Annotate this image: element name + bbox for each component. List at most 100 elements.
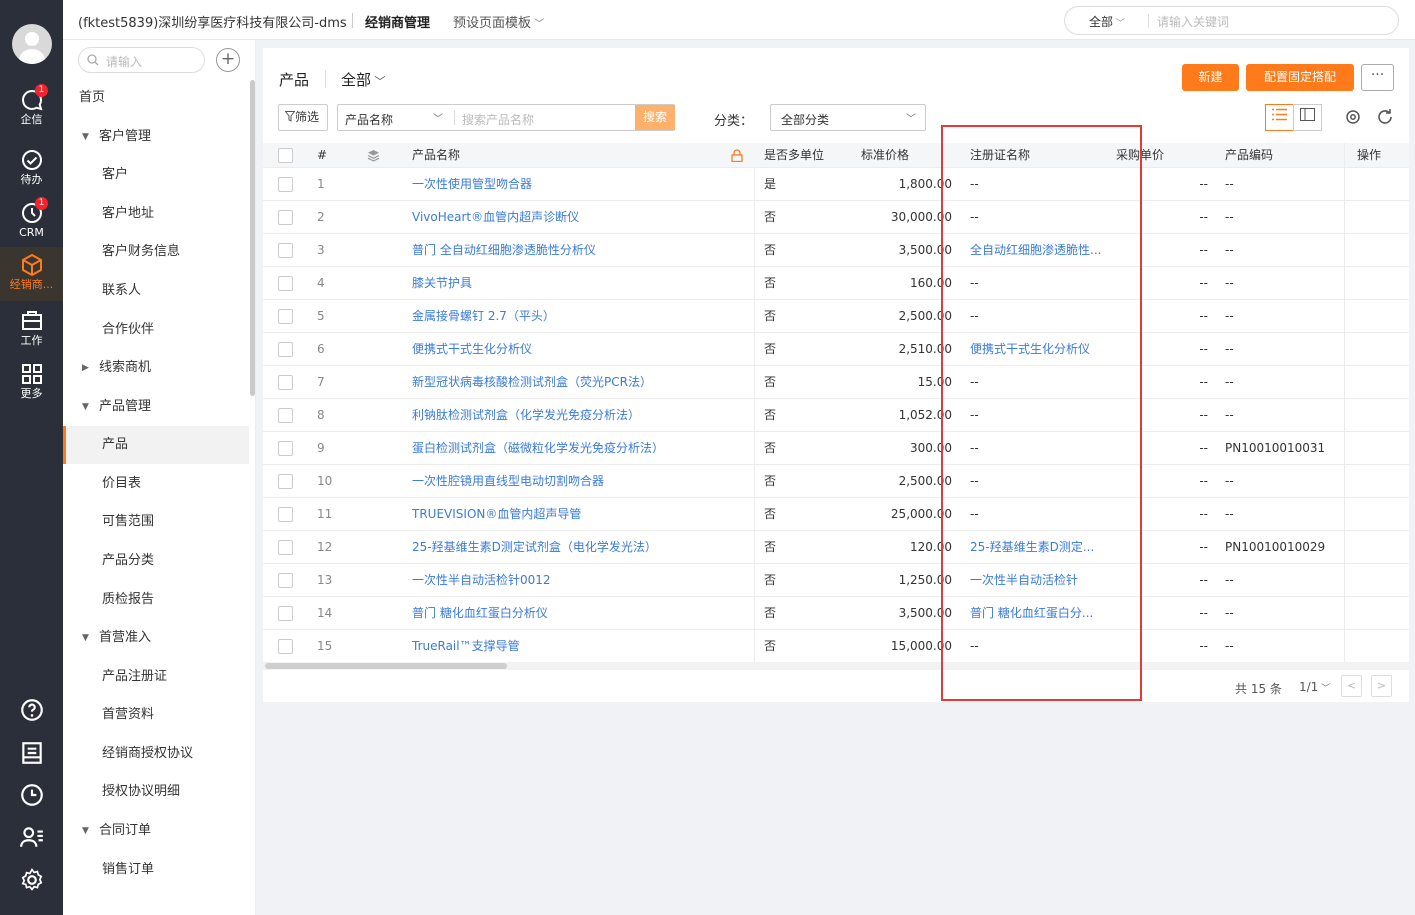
avatar[interactable] <box>12 24 52 64</box>
product-name-link[interactable]: 金属接骨螺钉 2.7（平头） <box>412 300 555 332</box>
row-checkbox[interactable] <box>278 210 293 225</box>
sidebar-item-price-list[interactable]: 价目表 <box>63 465 249 503</box>
select-all-checkbox[interactable] <box>278 148 293 163</box>
row-checkbox[interactable] <box>278 276 293 291</box>
sidebar-item-agreement-detail[interactable]: 授权协议明细 <box>63 773 249 811</box>
sidebar-item-home[interactable]: 首页 <box>63 79 249 117</box>
row-checkbox[interactable] <box>278 309 293 324</box>
rail-item-todo[interactable]: 待办 <box>0 148 63 196</box>
list-view-button[interactable] <box>1265 104 1294 131</box>
product-name-link[interactable]: 一次性腔镜用直线型电动切割吻合器 <box>412 465 604 497</box>
column-header-price[interactable]: 标准价格 <box>861 143 909 167</box>
product-name-link[interactable]: VivoHeart®血管内超声诊断仪 <box>412 201 579 233</box>
product-name-link[interactable]: 膝关节护具 <box>412 267 472 299</box>
sidebar-item-sales-order[interactable]: 销售订单 <box>63 851 249 889</box>
sidebar-group-orders[interactable]: ▼ 合同订单 <box>63 812 249 850</box>
sidebar-item-product-category[interactable]: 产品分类 <box>63 542 249 580</box>
row-checkbox[interactable] <box>278 573 293 588</box>
row-checkbox[interactable] <box>278 606 293 621</box>
sidebar-group-first-access[interactable]: ▼ 首营准入 <box>63 619 249 657</box>
sidebar-item-dealer-agreement[interactable]: 经销商授权协议 <box>63 735 249 773</box>
product-search-input[interactable]: 搜索产品名称 <box>462 111 534 128</box>
table-row[interactable]: 15 TrueRail™支撑导管否 15,000.00 -- -- -- <box>263 630 1409 663</box>
filter-button[interactable]: 筛选 <box>278 104 328 131</box>
history-icon[interactable] <box>19 782 45 808</box>
sidebar-scrollbar[interactable] <box>250 80 255 396</box>
sidebar-group-leads[interactable]: ▶ 线索商机 <box>63 349 249 387</box>
table-row[interactable]: 5 金属接骨螺钉 2.7（平头）否 2,500.00 -- -- -- <box>263 300 1409 333</box>
global-search[interactable]: 全部 ﹀ 请输入关键词 <box>1064 6 1399 35</box>
rail-item-messages[interactable]: 1 企信 <box>0 84 63 136</box>
column-header-multi-unit[interactable]: 是否多单位 <box>764 143 824 167</box>
sidebar-item-contacts[interactable]: 联系人 <box>63 272 249 310</box>
table-row[interactable]: 2 VivoHeart®血管内超声诊断仪否 30,000.00 -- -- -- <box>263 201 1409 234</box>
gear-icon[interactable] <box>19 867 45 893</box>
table-row[interactable]: 11 TRUEVISION®血管内超声导管否 25,000.00 -- -- -- <box>263 498 1409 531</box>
settings-icon[interactable] <box>1343 107 1363 127</box>
sidebar-group-customer[interactable]: ▼ 客户管理 <box>63 118 249 156</box>
rail-item-more[interactable]: 更多 <box>0 362 63 410</box>
product-name-link[interactable]: 一次性使用管型吻合器 <box>412 168 532 200</box>
row-checkbox[interactable] <box>278 243 293 258</box>
split-view-button[interactable] <box>1293 104 1322 131</box>
sidebar-group-products[interactable]: ▼ 产品管理 <box>63 388 249 426</box>
row-checkbox[interactable] <box>278 639 293 654</box>
product-name-link[interactable]: 一次性半自动活检针0012 <box>412 564 551 596</box>
page-size-dropdown[interactable]: 1/1 ﹀ <box>1299 680 1330 694</box>
table-row[interactable]: 1 一次性使用管型吻合器是 1,800.00 -- -- -- <box>263 168 1409 201</box>
sidebar-search-input[interactable]: 请输入 <box>106 53 142 70</box>
row-checkbox[interactable] <box>278 408 293 423</box>
sidebar-item-qc-report[interactable]: 质检报告 <box>63 581 249 619</box>
global-search-input[interactable]: 请输入关键词 <box>1157 13 1229 30</box>
row-checkbox[interactable] <box>278 474 293 489</box>
config-bundle-button[interactable]: 配置固定搭配 <box>1246 64 1354 91</box>
table-row[interactable]: 10 一次性腔镜用直线型电动切割吻合器否 2,500.00 -- -- -- <box>263 465 1409 498</box>
rail-item-work[interactable]: 工作 <box>0 309 63 357</box>
row-checkbox[interactable] <box>278 540 293 555</box>
table-row[interactable]: 9 蛋白检测试剂盒（磁微粒化学发光免疫分析法）否 300.00 -- -- PN10010… <box>263 432 1409 465</box>
product-name-link[interactable]: TRUEVISION®血管内超声导管 <box>412 498 581 530</box>
view-dropdown[interactable]: 全部 ﹀ <box>341 69 386 90</box>
product-name-link[interactable]: 普门 糖化血红蛋白分析仪 <box>412 597 548 629</box>
product-name-link[interactable]: 普门 全自动红细胞渗透脆性分析仪 <box>412 234 596 266</box>
row-checkbox[interactable] <box>278 375 293 390</box>
sidebar-item-products[interactable]: 产品 <box>63 426 249 464</box>
refresh-icon[interactable] <box>1375 107 1395 127</box>
category-select[interactable]: 全部分类 ﹀ <box>770 104 926 131</box>
row-checkbox[interactable] <box>278 441 293 456</box>
table-row[interactable]: 7 新型冠状病毒核酸检测试剂盒（荧光PCR法）否 15.00 -- -- -- <box>263 366 1409 399</box>
sidebar-item-registration-cert[interactable]: 产品注册证 <box>63 658 249 696</box>
product-name-link[interactable]: TrueRail™支撑导管 <box>412 630 520 662</box>
product-name-link[interactable]: 蛋白检测试剂盒（磁微粒化学发光免疫分析法） <box>412 432 664 464</box>
column-header-code[interactable]: 产品编码 <box>1225 143 1273 167</box>
notebook-icon[interactable] <box>19 740 45 766</box>
table-row[interactable]: 13 一次性半自动活检针0012 否 1,250.00 一次性半自动活检针 -- -- <box>263 564 1409 597</box>
next-page-button[interactable]: > <box>1371 675 1392 697</box>
template-dropdown[interactable]: 预设页面模板 ﹀ <box>453 12 544 31</box>
layers-icon[interactable] <box>367 149 380 162</box>
rail-item-dealer[interactable]: 经销商... <box>0 247 63 301</box>
help-icon[interactable] <box>19 697 45 723</box>
row-checkbox[interactable] <box>278 177 293 192</box>
sidebar-item-partners[interactable]: 合作伙伴 <box>63 311 249 349</box>
rail-item-crm[interactable]: 1 CRM <box>0 197 63 249</box>
add-menu-button[interactable]: + <box>216 48 240 72</box>
sidebar-item-sales-scope[interactable]: 可售范围 <box>63 503 249 541</box>
product-search-box[interactable]: 产品名称 ﹀ 搜索产品名称 搜索 <box>337 104 675 131</box>
product-name-link[interactable]: 新型冠状病毒核酸检测试剂盒（荧光PCR法） <box>412 366 652 398</box>
product-name-link[interactable]: 利钠肽检测试剂盒（化学发光免疫分析法） <box>412 399 640 431</box>
table-row[interactable]: 3 普门 全自动红细胞渗透脆性分析仪否 3,500.00 全自动红细胞渗透脆性... -… <box>263 234 1409 267</box>
sidebar-item-first-docs[interactable]: 首营资料 <box>63 696 249 734</box>
row-checkbox[interactable] <box>278 342 293 357</box>
product-name-link[interactable]: 便携式干式生化分析仪 <box>412 333 532 365</box>
table-row[interactable]: 14 普门 糖化血红蛋白分析仪否 3,500.00 普门 糖化血红蛋白分... -- -- <box>263 597 1409 630</box>
prev-page-button[interactable]: < <box>1341 675 1362 697</box>
sidebar-item-customer-address[interactable]: 客户地址 <box>63 195 249 233</box>
search-scope-dropdown[interactable]: 全部 ﹀ <box>1089 13 1125 30</box>
table-row[interactable]: 4 膝关节护具否 160.00 -- -- -- <box>263 267 1409 300</box>
column-header-name[interactable]: 产品名称 <box>412 143 460 167</box>
lock-icon[interactable] <box>731 149 743 162</box>
new-button[interactable]: 新建 <box>1182 64 1239 91</box>
product-name-link[interactable]: 25-羟基维生素D测定试剂盒（电化学发光法） <box>412 531 657 563</box>
table-row[interactable]: 6 便携式干式生化分析仪否 2,510.00 便携式干式生化分析仪 -- -- <box>263 333 1409 366</box>
